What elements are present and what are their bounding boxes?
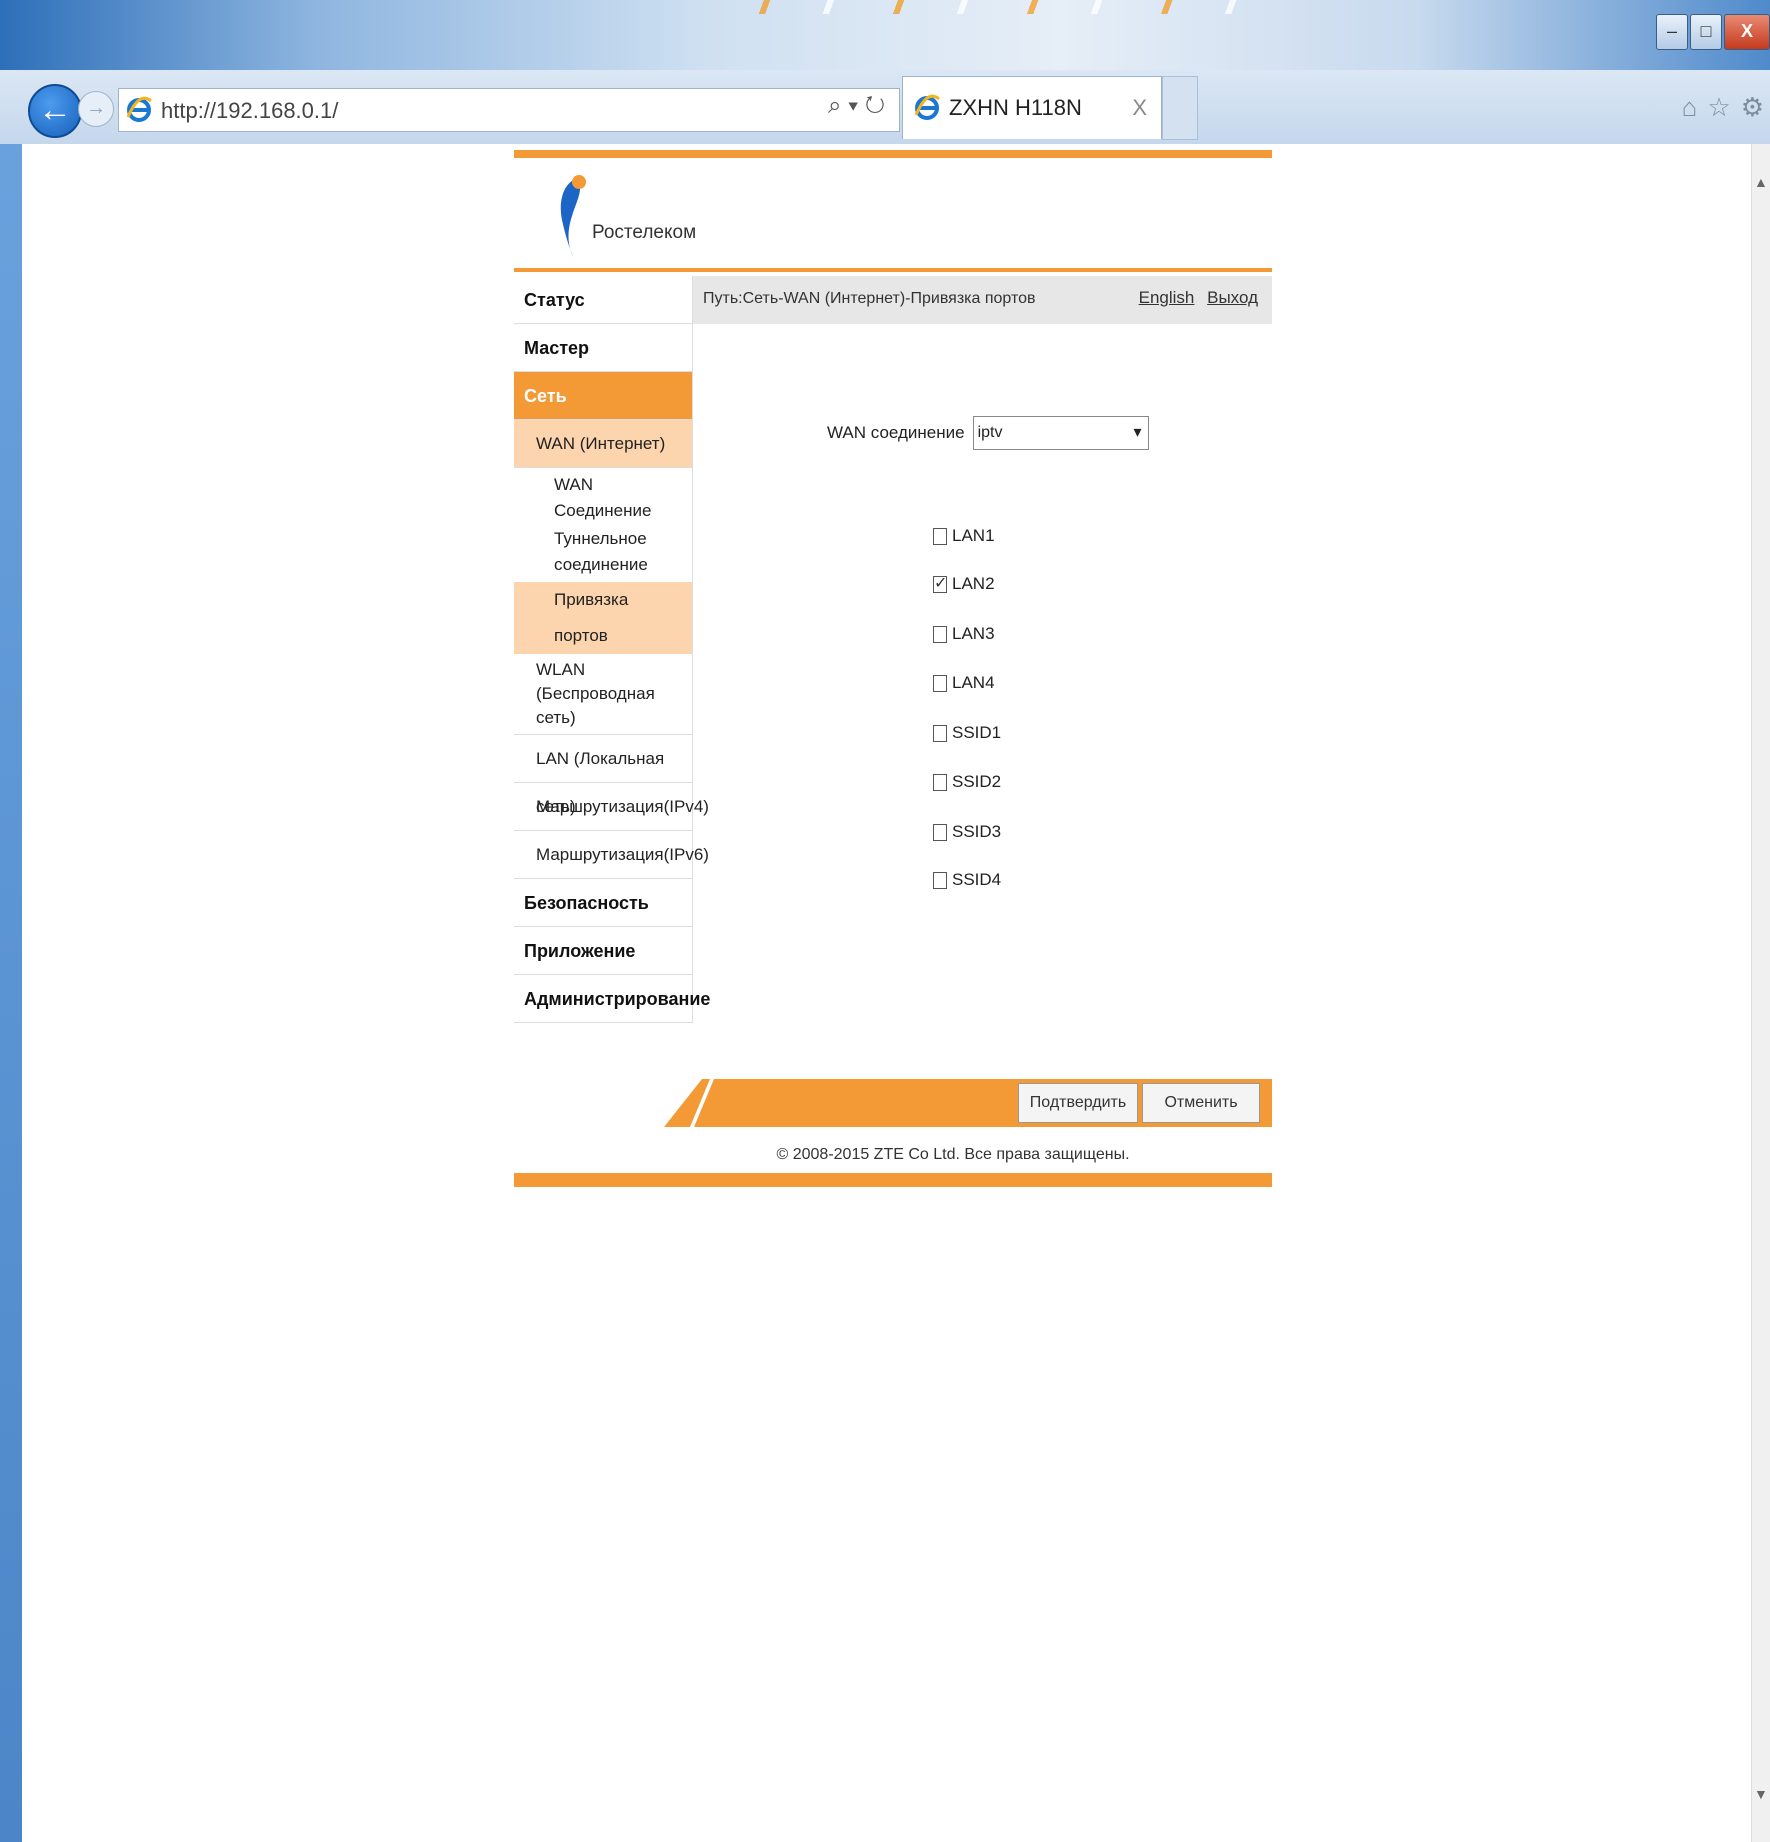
menu-administration[interactable]: Администрирование <box>514 975 710 1023</box>
menu-tunnel[interactable]: Туннельное соединение <box>514 524 692 582</box>
ssid2-checkbox[interactable] <box>933 773 947 791</box>
menu-routing-ipv4[interactable]: Маршрутизация(IPv4) <box>514 783 709 831</box>
menu-lan[interactable]: LAN (Локальная сеть) <box>514 735 692 816</box>
lan1-checkbox[interactable] <box>933 527 947 545</box>
menu-wlan[interactable]: WLAN (Беспроводная сеть) <box>514 654 692 735</box>
menu-wan-connection[interactable]: WAN Соединение <box>514 468 692 524</box>
wan-connection-label: WAN соединение <box>827 423 965 442</box>
ssid3-checkbox[interactable] <box>933 823 947 841</box>
lan4-label: LAN4 <box>952 673 995 692</box>
url-text: http://192.168.0.1/ <box>161 98 339 123</box>
ie-icon <box>914 94 940 120</box>
top-orange-bar <box>514 150 1272 158</box>
content-area: Путь:Сеть-WAN (Интернет)-Привязка портов… <box>693 276 1272 1023</box>
port-ssid1[interactable]: SSID1 <box>933 723 1001 743</box>
menu-status[interactable]: Статус <box>514 276 692 324</box>
minimize-button[interactable]: – <box>1656 14 1688 50</box>
ssid1-checkbox[interactable] <box>933 724 947 742</box>
logo-area: Ростелеком <box>514 158 1272 268</box>
rostelecom-logo-icon <box>560 175 586 258</box>
scroll-down-icon[interactable]: ▼ <box>1754 1786 1768 1802</box>
breadcrumb: Путь:Сеть-WAN (Интернет)-Привязка портов <box>703 290 1036 307</box>
router-page: Ростелеком Статус Мастер Сеть WAN (Интер… <box>514 150 1272 1187</box>
port-ssid4[interactable]: SSID4 <box>933 870 1001 890</box>
port-lan4[interactable]: LAN4 <box>933 673 995 693</box>
port-lan1[interactable]: LAN1 <box>933 526 995 546</box>
port-lan2[interactable]: LAN2 <box>933 573 995 594</box>
search-refresh-icon[interactable]: ⌕ ▾ ↻ <box>828 92 885 120</box>
browser-tab[interactable]: ZXHN H118N X <box>902 76 1162 139</box>
english-link[interactable]: English <box>1139 288 1195 307</box>
scroll-up-icon[interactable]: ▲ <box>1754 174 1768 190</box>
settings-gear-icon[interactable]: ⚙ <box>1741 92 1764 123</box>
cancel-button[interactable]: Отменить <box>1142 1083 1260 1123</box>
wan-connection-select[interactable]: iptv ▾ <box>972 416 1149 450</box>
wan-connection-row: WAN соединение iptv ▾ <box>827 416 1149 450</box>
confirm-button[interactable]: Подтвердить <box>1018 1083 1138 1123</box>
ssid4-label: SSID4 <box>952 870 1002 889</box>
ssid4-checkbox[interactable] <box>933 871 947 889</box>
tab-title: ZXHN H118N <box>949 95 1082 120</box>
menu-network[interactable]: Сеть <box>514 372 692 420</box>
maximize-button[interactable]: □ <box>1690 14 1722 50</box>
forward-button[interactable]: → <box>78 91 114 127</box>
lan1-label: LAN1 <box>952 526 995 545</box>
port-ssid2[interactable]: SSID2 <box>933 772 1001 792</box>
menu-routing-ipv6[interactable]: Маршрутизация(IPv6) <box>514 831 709 879</box>
vertical-scrollbar[interactable]: ▲ ▼ <box>1751 144 1770 1842</box>
back-button[interactable]: ← <box>28 84 82 138</box>
lan4-checkbox[interactable] <box>933 674 947 692</box>
menu-wizard[interactable]: Мастер <box>514 324 692 372</box>
title-decoration <box>700 0 1260 14</box>
menu-security[interactable]: Безопасность <box>514 879 692 927</box>
menu-port-binding[interactable]: Привязка портов <box>514 582 692 654</box>
port-lan3[interactable]: LAN3 <box>933 624 995 644</box>
ssid3-label: SSID3 <box>952 822 1002 841</box>
port-ssid3[interactable]: SSID3 <box>933 822 1001 842</box>
lan3-checkbox[interactable] <box>933 625 947 643</box>
copyright-text: © 2008-2015 ZTE Co Ltd. Все права защище… <box>776 1146 1130 1163</box>
header-orange-line <box>514 268 1272 272</box>
ssid1-label: SSID1 <box>952 723 1002 742</box>
wan-connection-value: iptv <box>977 424 1003 441</box>
left-menu: Статус Мастер Сеть WAN (Интернет) WAN Со… <box>514 276 710 1023</box>
logo-text: Ростелеком <box>592 222 697 243</box>
ie-icon <box>126 96 152 122</box>
action-bar: Подтвердить Отменить <box>514 1079 1272 1137</box>
bottom-orange-bar <box>514 1173 1272 1187</box>
menu-wan[interactable]: WAN (Интернет) <box>514 420 692 468</box>
favorites-star-icon[interactable]: ☆ <box>1707 92 1730 123</box>
chevron-down-icon: ▾ <box>1133 424 1142 441</box>
close-window-button[interactable]: X <box>1724 14 1770 50</box>
path-bar: Путь:Сеть-WAN (Интернет)-Привязка портов… <box>693 276 1272 324</box>
tab-close-icon[interactable]: X <box>1132 95 1147 121</box>
ssid2-label: SSID2 <box>952 772 1002 791</box>
menu-application[interactable]: Приложение <box>514 927 692 975</box>
lan3-label: LAN3 <box>952 624 995 643</box>
home-icon[interactable]: ⌂ <box>1682 92 1698 123</box>
lan2-label: LAN2 <box>952 574 995 593</box>
title-bar: – □ X <box>0 0 1770 70</box>
new-tab-button[interactable] <box>1162 76 1198 140</box>
lan2-checkbox[interactable] <box>933 573 947 593</box>
logout-link[interactable]: Выход <box>1207 288 1258 307</box>
address-bar[interactable]: http://192.168.0.1/ <box>118 88 900 132</box>
